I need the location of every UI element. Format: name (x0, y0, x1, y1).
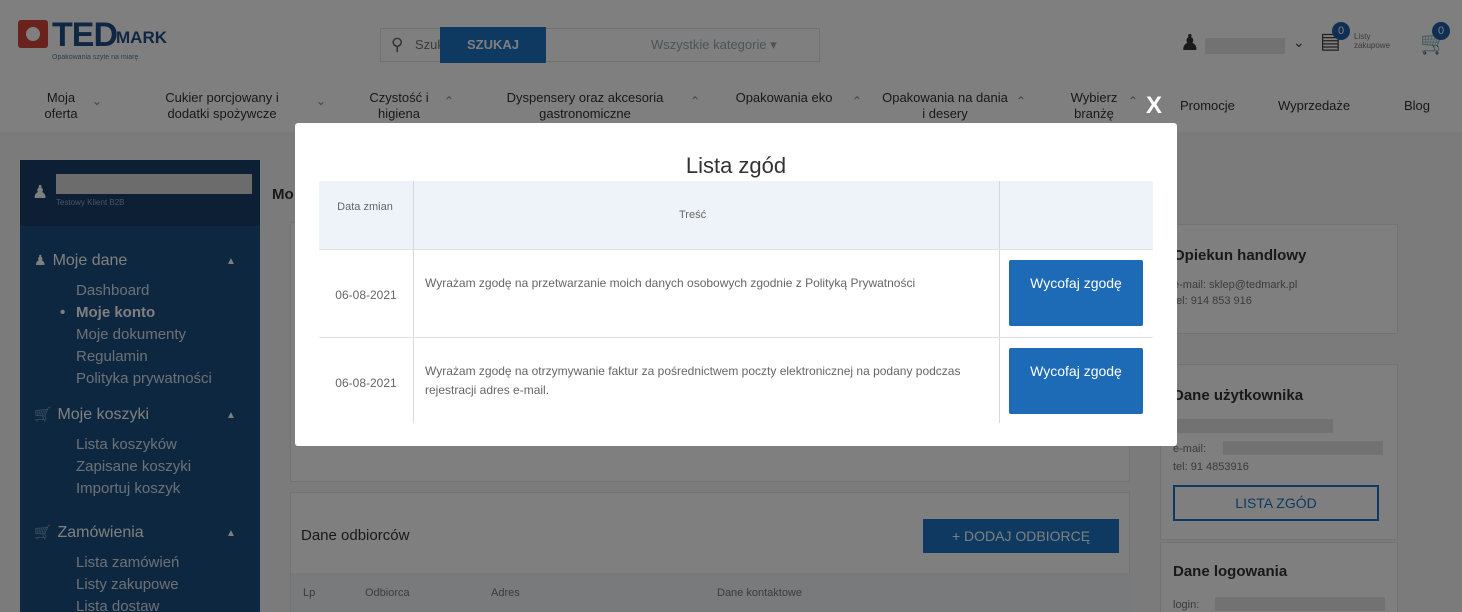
consents-table-header: Data zmian Treść (319, 181, 1153, 249)
column-header-content: Treść (679, 209, 707, 221)
consent-text: Wyrażam zgodę na przetwarzanie moich dan… (425, 276, 916, 290)
table-row: 06-08-2021 Wyrażam zgodę na otrzymywanie… (319, 337, 1153, 425)
close-icon[interactable]: X (1146, 92, 1162, 120)
consents-modal: Lista zgód Data zmian Treść 06-08-2021 W… (295, 123, 1177, 446)
consent-date: 06-08-2021 (335, 376, 397, 390)
table-row: 06-08-2021 Wyrażam zgodę na przetwarzani… (319, 249, 1153, 337)
column-header-date: Data zmian (337, 201, 393, 213)
withdraw-consent-button[interactable]: Wycofaj zgodę (1009, 260, 1143, 326)
consent-text: Wyrażam zgodę na otrzymywanie faktur za … (425, 364, 961, 397)
withdraw-consent-button[interactable]: Wycofaj zgodę (1009, 348, 1143, 414)
modal-title: Lista zgód (685, 153, 787, 178)
consent-date: 06-08-2021 (335, 288, 397, 302)
